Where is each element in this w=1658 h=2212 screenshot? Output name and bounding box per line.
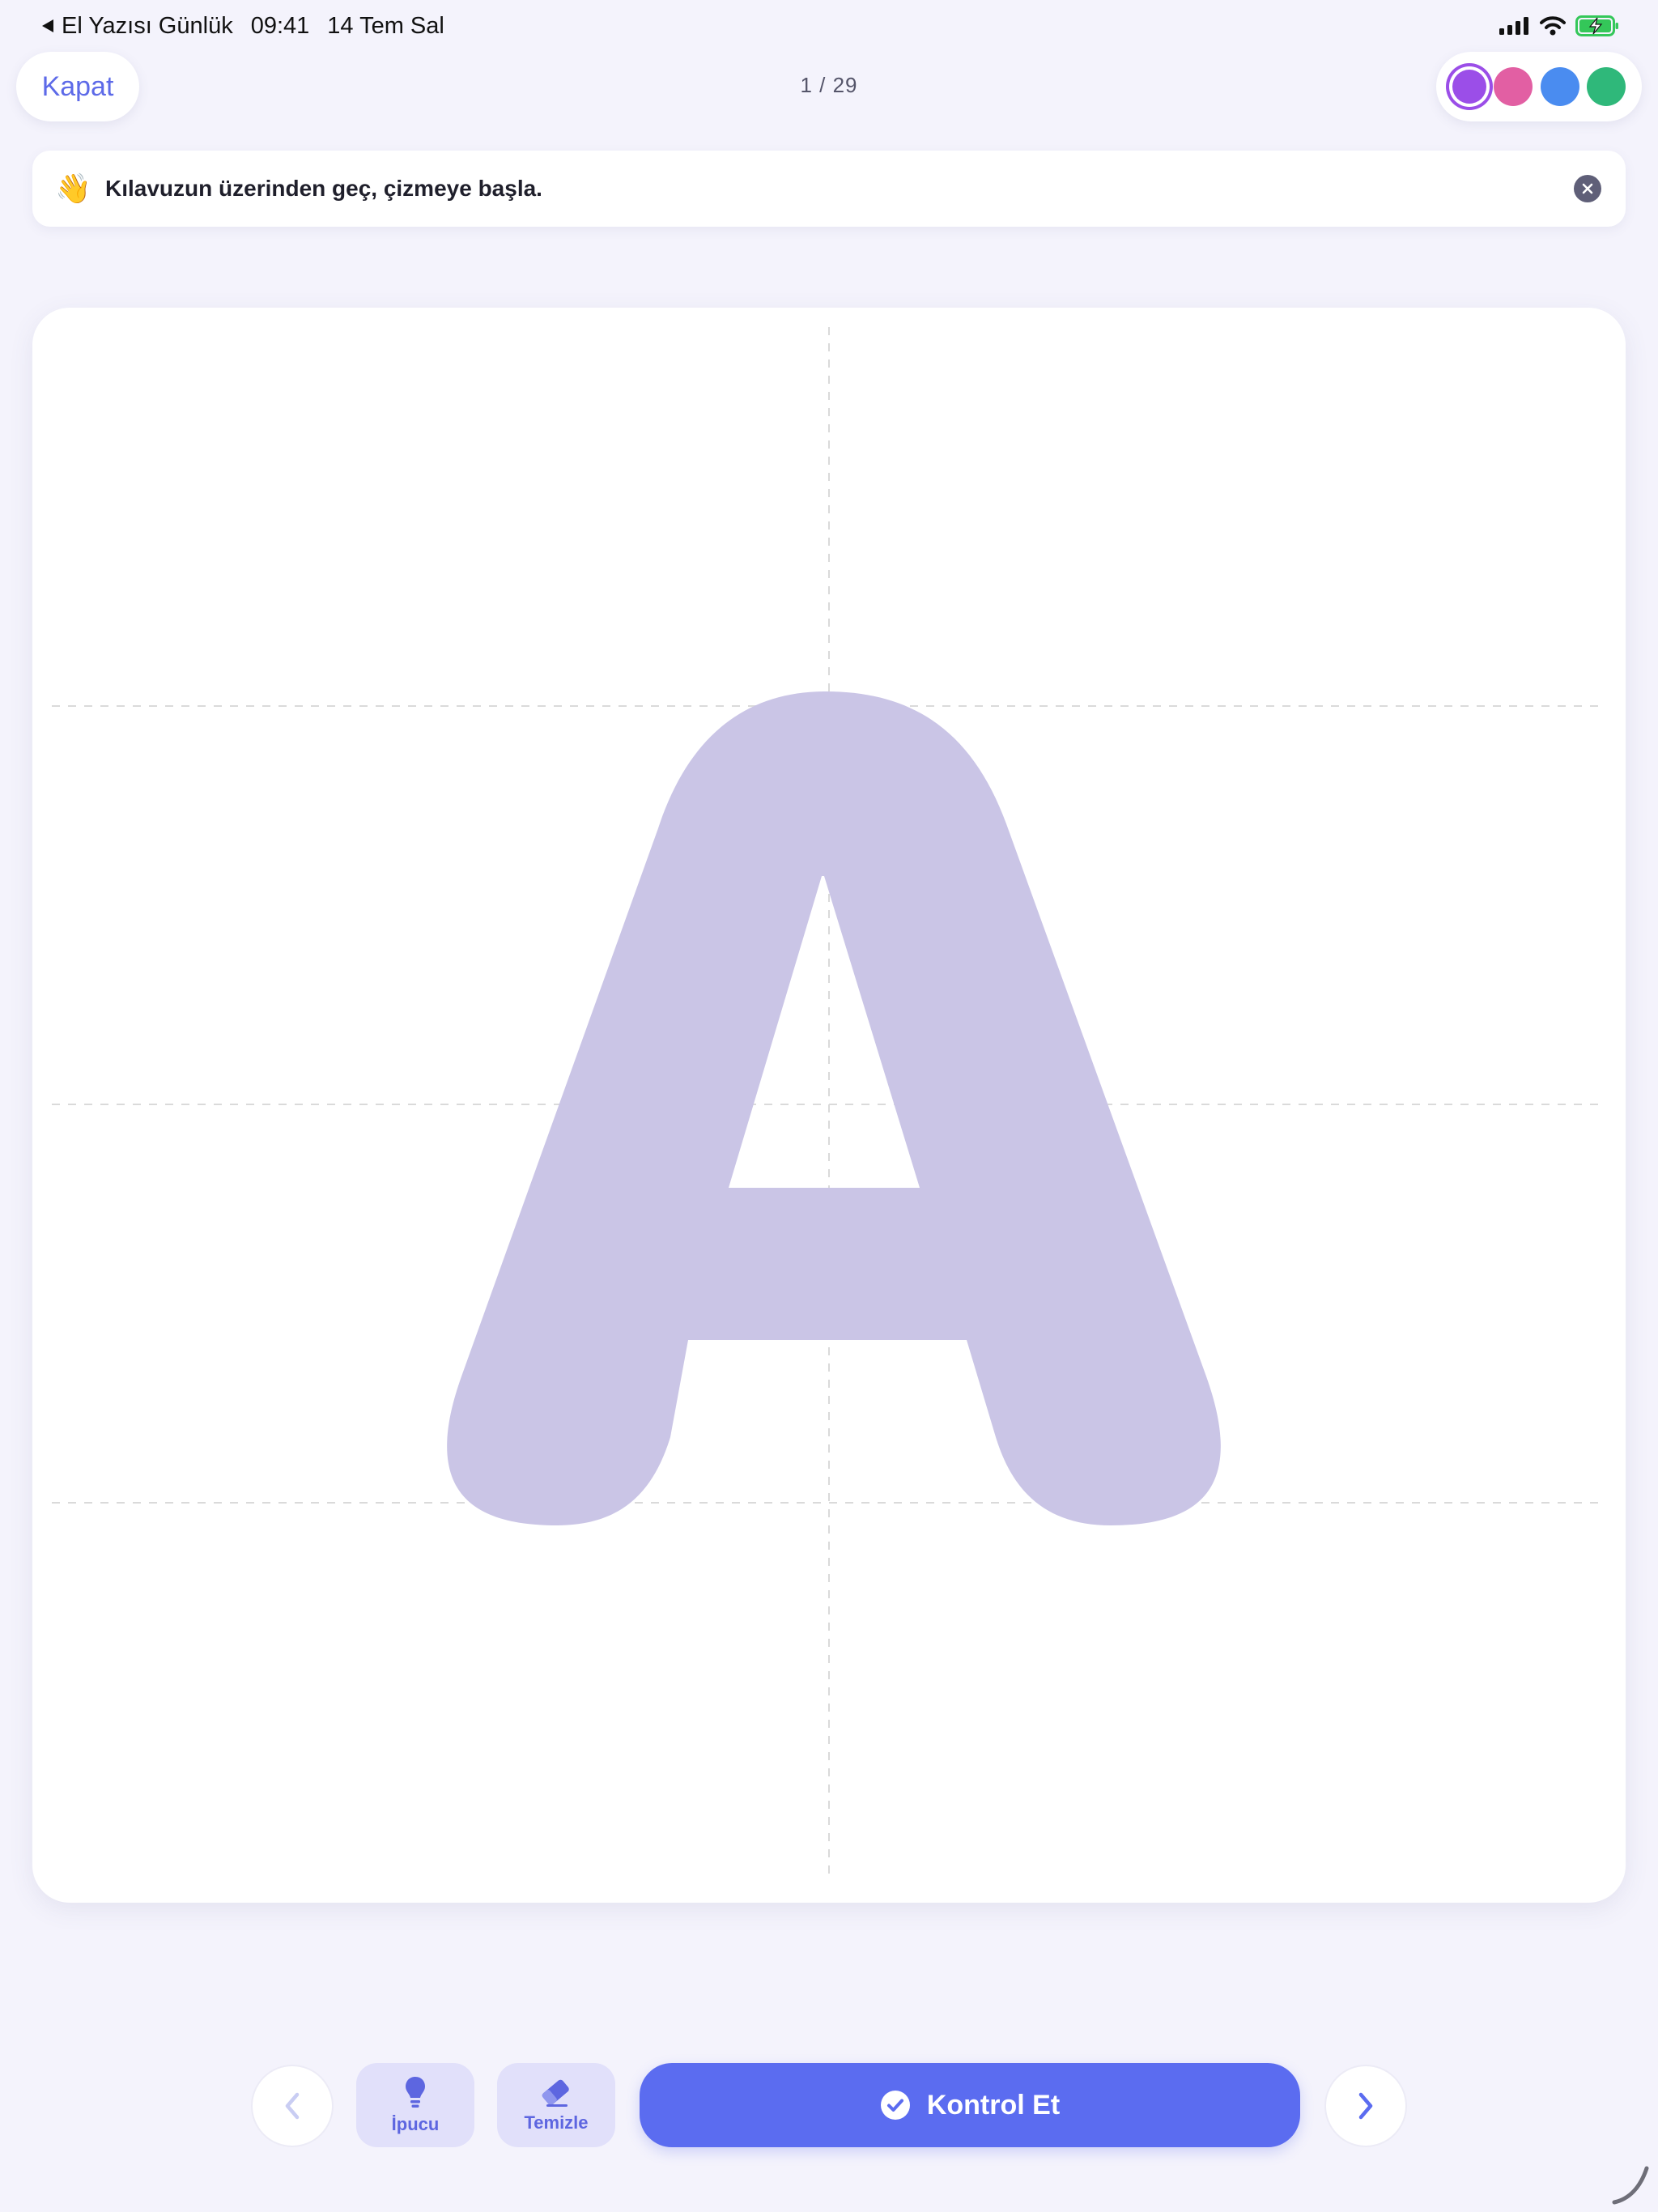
letter-a-guide-shape	[447, 691, 1221, 1525]
cellular-signal-icon	[1499, 17, 1528, 35]
battery-charging-icon	[1575, 15, 1618, 36]
progress-counter: 1 / 29	[800, 73, 858, 97]
status-bar-left: El Yazısı Günlük 09:41 14 Tem Sal	[40, 11, 444, 40]
lightbulb-icon	[406, 2077, 425, 2108]
eraser-icon	[542, 2079, 569, 2107]
status-date: 14 Tem Sal	[327, 12, 444, 39]
status-bar-right	[1499, 13, 1619, 39]
waving-hand-icon: 👋	[55, 172, 91, 205]
wifi-icon	[1540, 16, 1566, 36]
color-swatch-pink[interactable]	[1494, 67, 1533, 106]
guide-lines	[52, 327, 1606, 1875]
dismiss-hint-button[interactable]	[1574, 175, 1601, 202]
check-button[interactable]: Kontrol Et	[640, 2063, 1300, 2147]
clear-button-label: Temizle	[524, 2112, 589, 2133]
back-triangle-icon	[42, 19, 53, 32]
back-app-label: El Yazısı Günlük	[62, 12, 233, 39]
back-to-app[interactable]: El Yazısı Günlük	[40, 13, 233, 40]
clear-button[interactable]: Temizle	[497, 2063, 615, 2147]
next-letter-button[interactable]	[1324, 2065, 1407, 2147]
hint-button-label: İpucu	[391, 2114, 440, 2134]
hint-button[interactable]: İpucu	[356, 2063, 474, 2147]
close-icon	[1582, 183, 1593, 194]
color-swatch-green[interactable]	[1587, 67, 1626, 106]
check-button-label: Kontrol Et	[926, 2089, 1061, 2121]
hint-banner: 👋 Kılavuzun üzerinden geç, çizmeye başla…	[32, 151, 1626, 227]
color-palette	[1436, 52, 1642, 121]
drawing-canvas[interactable]	[32, 308, 1626, 1903]
color-swatch-blue[interactable]	[1540, 67, 1579, 106]
status-time: 09:41	[250, 12, 310, 39]
color-swatch-purple[interactable]	[1452, 70, 1486, 104]
previous-letter-button[interactable]	[251, 2065, 334, 2147]
chevron-right-icon	[1358, 2092, 1373, 2120]
pencil-hover-indicator	[1612, 2166, 1649, 2205]
checkmark-circle-icon	[880, 2091, 910, 2120]
chevron-left-icon	[285, 2092, 300, 2120]
tracing-area[interactable]	[32, 308, 1626, 1903]
hint-text: Kılavuzun üzerinden geç, çizmeye başla.	[105, 176, 542, 201]
